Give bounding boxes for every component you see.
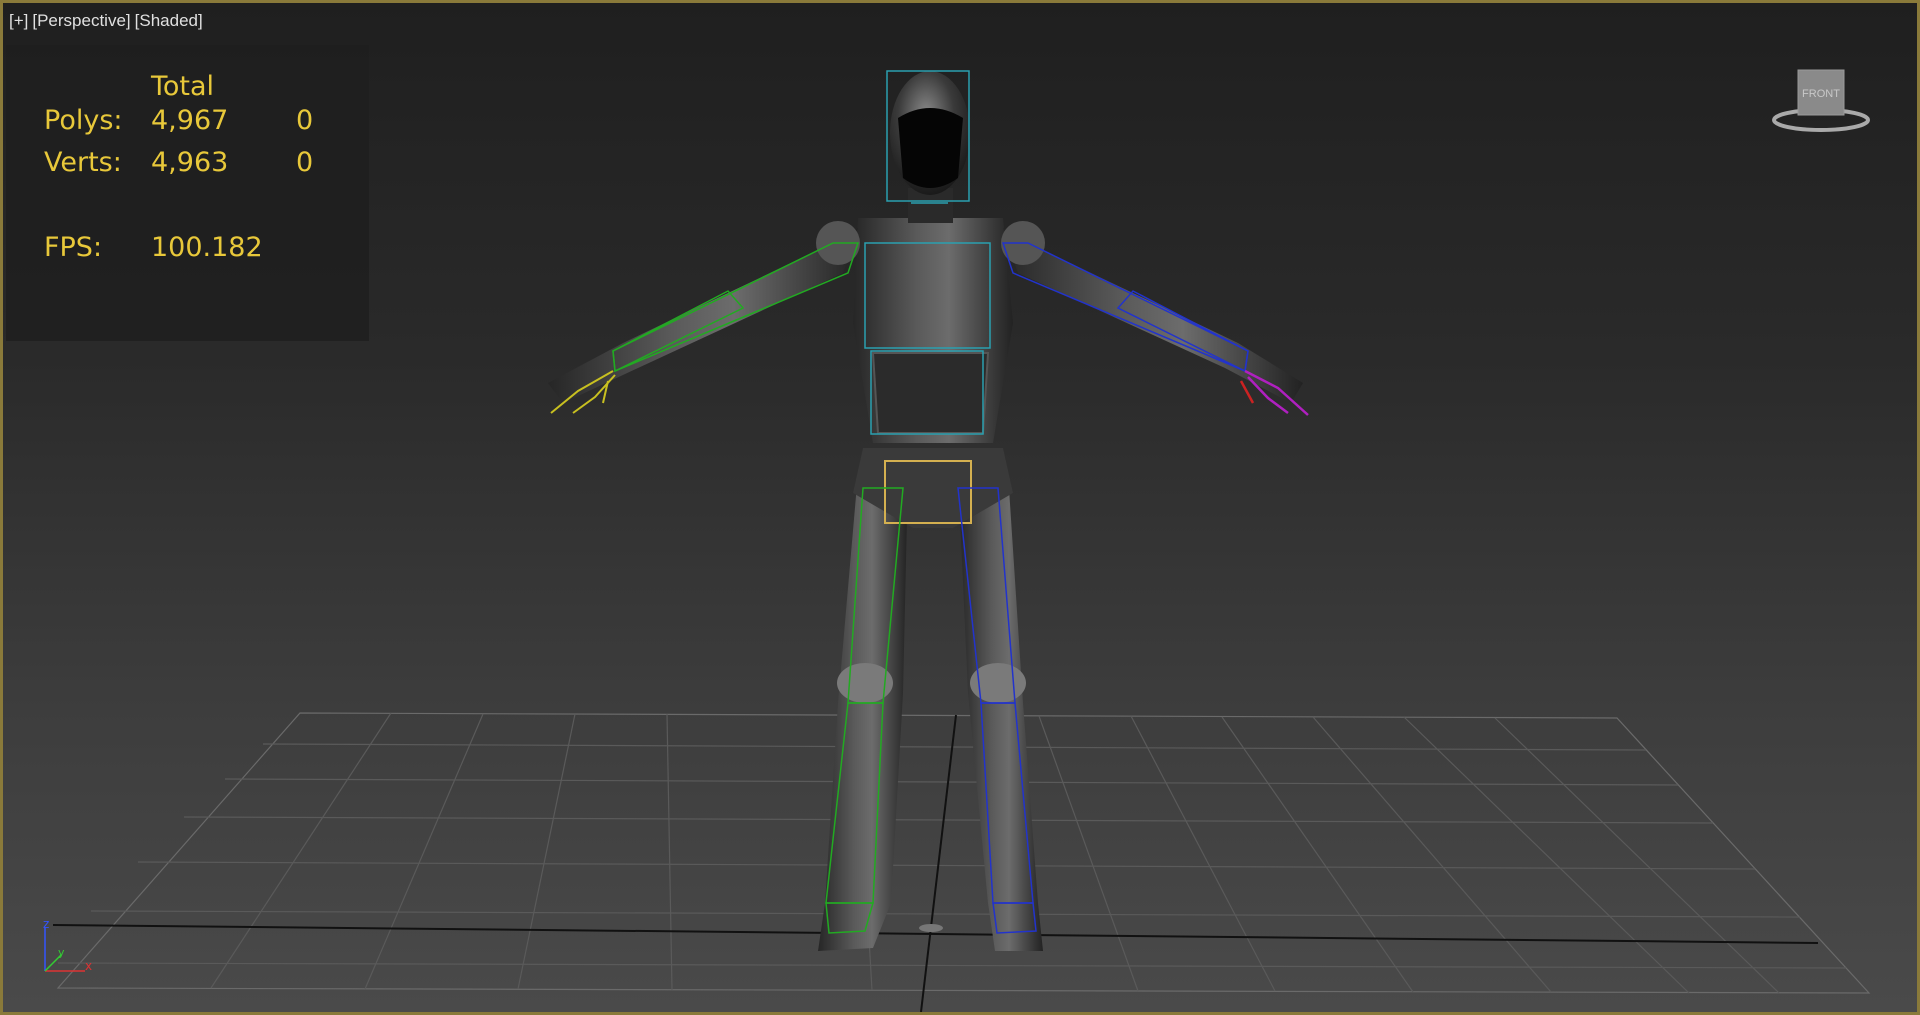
scene-canvas[interactable]: z y x [3,3,1917,1012]
perspective-viewport[interactable]: [+] [Perspective] [Shaded] Total Polys: … [0,0,1920,1015]
viewcube-face-label: FRONT [1802,88,1840,100]
axis-x-label: x [85,959,92,973]
viewcube[interactable]: FRONT [1771,65,1871,145]
axis-y-label: y [58,946,65,959]
home-grid [56,712,1871,994]
axis-z-label: z [43,917,49,931]
